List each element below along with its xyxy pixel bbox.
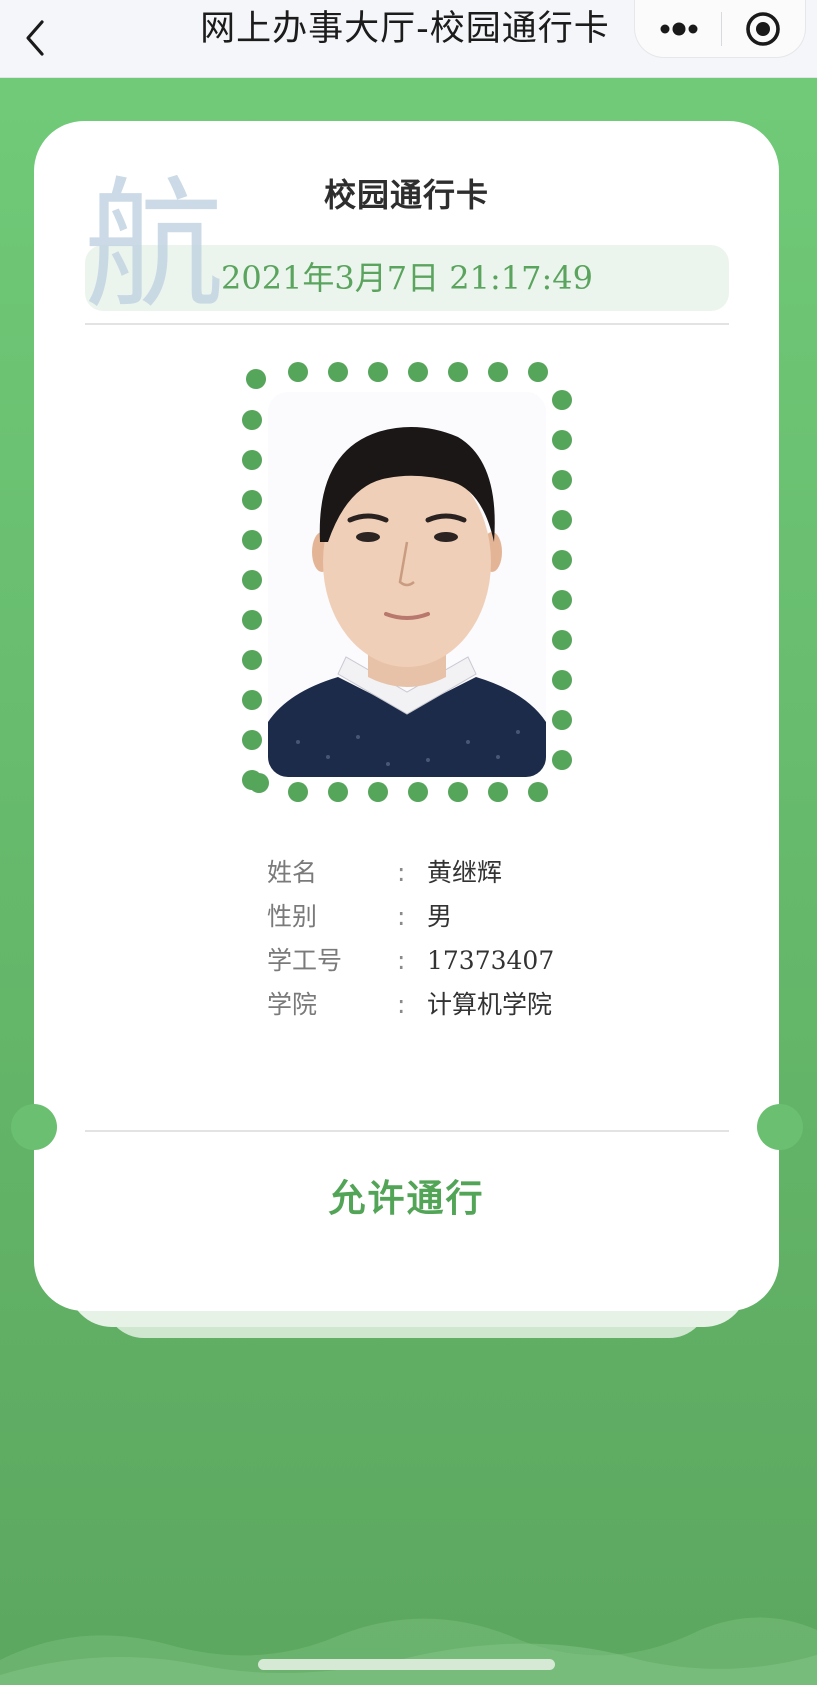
info-colon: : [397, 990, 406, 1019]
info-colon: : [397, 902, 406, 931]
frame-dot [242, 690, 262, 710]
frame-dot [242, 450, 262, 470]
portrait-image [268, 392, 546, 777]
frame-dot [488, 362, 508, 382]
frame-dot [552, 430, 572, 450]
bottom-wave-decoration [0, 1617, 817, 1685]
frame-dot [242, 610, 262, 630]
frame-dot [552, 630, 572, 650]
frame-dot [242, 410, 262, 430]
frame-dot [249, 773, 269, 793]
frame-dot [552, 750, 572, 770]
frame-dot [448, 362, 468, 382]
info-label: 学院 [267, 990, 318, 1019]
frame-dot [242, 530, 262, 550]
frame-dot [288, 782, 308, 802]
home-indicator[interactable] [258, 1659, 555, 1670]
frame-dot [328, 362, 348, 382]
frame-dot [288, 362, 308, 382]
info-colon: : [397, 858, 406, 887]
info-colon: : [397, 946, 406, 975]
card-notch-right [757, 1104, 803, 1150]
frame-dot [552, 710, 572, 730]
frame-dot [488, 782, 508, 802]
pass-status: 允许通行 [328, 1177, 485, 1220]
frame-dot [528, 782, 548, 802]
frame-dot [242, 490, 262, 510]
frame-dot [242, 570, 262, 590]
frame-dot [528, 362, 548, 382]
student-college: 计算机学院 [427, 990, 553, 1019]
divider [85, 1130, 729, 1132]
frame-dot [246, 369, 266, 389]
student-gender: 男 [427, 902, 453, 931]
frame-dot [552, 550, 572, 570]
student-photo [268, 392, 546, 777]
frame-dot [368, 782, 388, 802]
frame-dot [368, 362, 388, 382]
frame-dot [408, 782, 428, 802]
frame-dot [552, 510, 572, 530]
info-label: 学工号 [267, 946, 343, 975]
frame-dot [552, 670, 572, 690]
frame-dot [242, 650, 262, 670]
frame-dot [552, 470, 572, 490]
student-name: 黄继辉 [427, 858, 503, 887]
frame-dot [552, 590, 572, 610]
frame-dot [552, 390, 572, 410]
frame-dot [242, 730, 262, 750]
frame-dot [328, 782, 348, 802]
info-label: 性别 [267, 902, 318, 931]
frame-dot [408, 362, 428, 382]
card-notch-left [11, 1104, 57, 1150]
student-id: 17373407 [427, 946, 555, 975]
info-label: 姓名 [267, 858, 318, 887]
frame-dot [448, 782, 468, 802]
